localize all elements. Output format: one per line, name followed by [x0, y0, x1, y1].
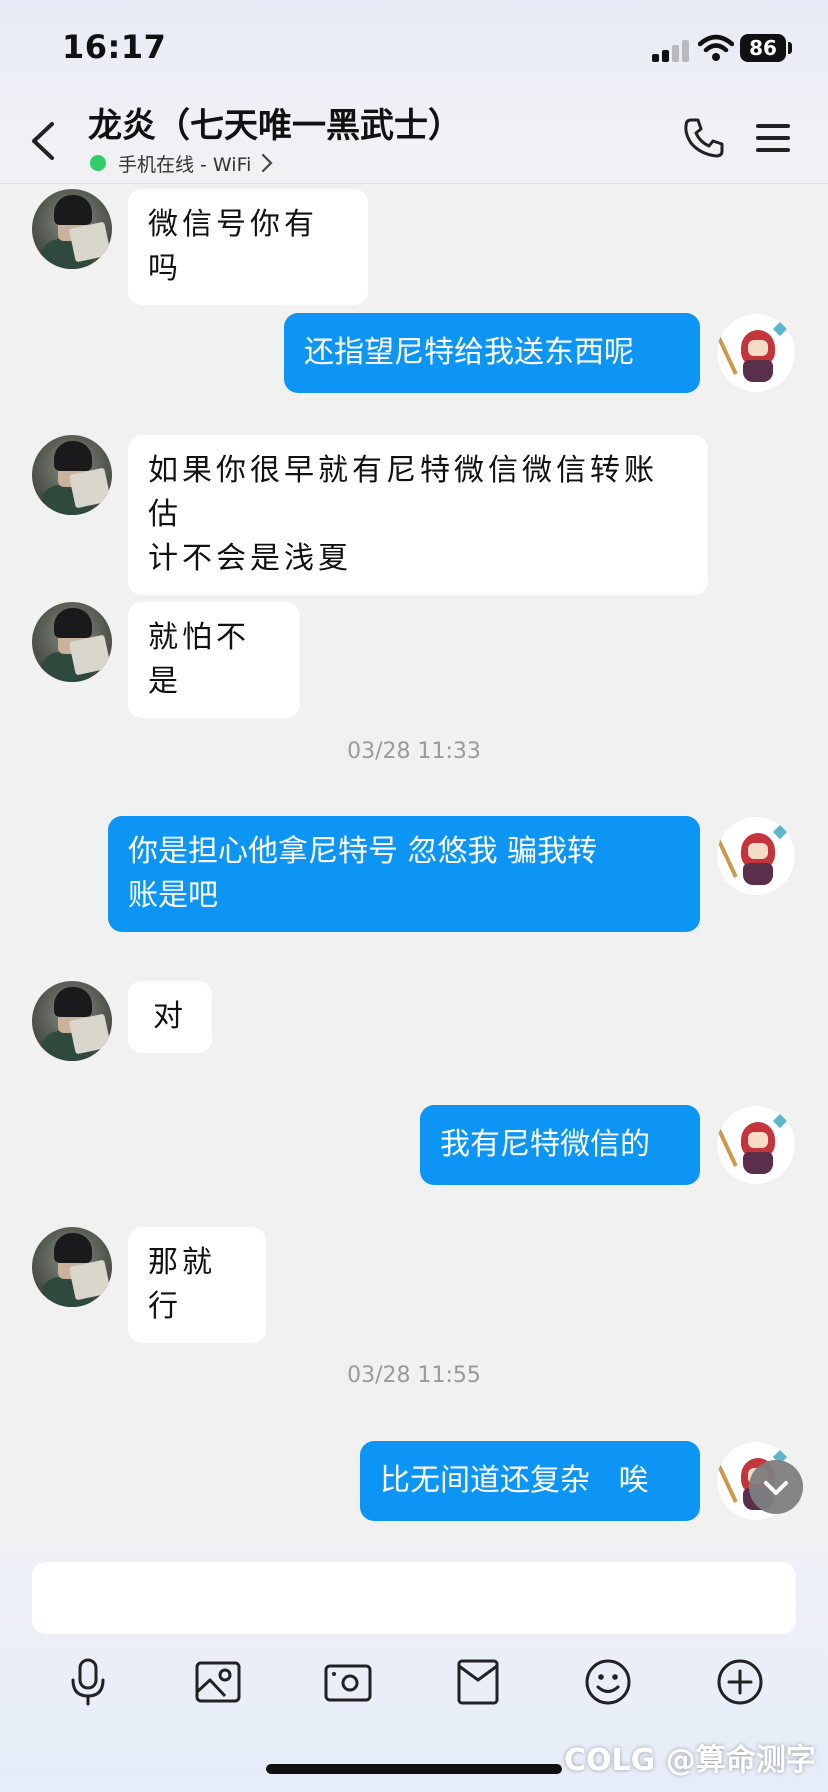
- top-bar: 16:17 86 龙炎（七天唯一黑武士） 手机在线 - WiFi: [0, 0, 828, 184]
- outgoing-bubble[interactable]: 我有尼特微信的: [420, 1105, 700, 1185]
- scroll-down-icon[interactable]: [749, 1460, 803, 1514]
- presence-label: 手机在线 - WiFi: [118, 153, 252, 176]
- timestamp: 03/28 11:55: [347, 1363, 481, 1388]
- status-time: 16:17: [62, 28, 167, 66]
- bubble-line: 如果你很早就有尼特微信微信转账估: [148, 453, 658, 532]
- online-dot-icon: [90, 155, 106, 171]
- incoming-bubble[interactable]: 如果你很早就有尼特微信微信转账估 计不会是浅夏: [128, 435, 708, 595]
- image-icon[interactable]: [192, 1656, 244, 1708]
- peer-avatar[interactable]: [32, 435, 112, 515]
- home-indicator[interactable]: [266, 1764, 562, 1774]
- incoming-bubble[interactable]: 微信号你有吗: [128, 189, 368, 305]
- presence-status[interactable]: 手机在线 - WiFi: [90, 150, 273, 176]
- cellular-signal-icon: [652, 40, 690, 62]
- emoji-icon[interactable]: [582, 1656, 634, 1708]
- back-chevron-icon[interactable]: [24, 118, 64, 164]
- bubble-line: 你是担心他拿尼特号 忽悠我 骗我转: [128, 834, 598, 869]
- chevron-right-icon: [262, 153, 273, 173]
- microphone-icon[interactable]: [62, 1656, 114, 1708]
- peer-avatar[interactable]: [32, 981, 112, 1061]
- plus-icon[interactable]: [714, 1656, 766, 1708]
- timestamp: 03/28 11:33: [347, 739, 481, 764]
- incoming-bubble[interactable]: 对: [128, 981, 212, 1053]
- peer-avatar[interactable]: [32, 602, 112, 682]
- file-icon[interactable]: [452, 1656, 504, 1708]
- bubble-line: 计不会是浅夏: [148, 541, 352, 576]
- message-input[interactable]: [32, 1562, 796, 1634]
- incoming-bubble[interactable]: 那就行: [128, 1227, 266, 1343]
- incoming-bubble[interactable]: 就怕不是: [128, 602, 300, 718]
- my-avatar[interactable]: [716, 313, 796, 393]
- peer-avatar[interactable]: [32, 189, 112, 269]
- camera-icon[interactable]: [322, 1656, 374, 1708]
- outgoing-bubble[interactable]: 比无间道还复杂 唉: [360, 1441, 700, 1521]
- battery-tip: [788, 42, 792, 54]
- phone-call-icon[interactable]: [682, 116, 726, 160]
- outgoing-bubble[interactable]: 还指望尼特给我送东西呢: [284, 313, 700, 393]
- wifi-icon: [698, 34, 734, 61]
- message-list[interactable]: 微信号你有吗 还指望尼特给我送东西呢 如果你很早就有尼特微信微信转账估 计不会是…: [0, 185, 828, 1545]
- my-avatar[interactable]: [716, 816, 796, 896]
- watermark: COLG @算命测字: [564, 1743, 816, 1778]
- battery-indicator: 86: [740, 34, 786, 62]
- my-avatar[interactable]: [716, 1105, 796, 1185]
- peer-avatar[interactable]: [32, 1227, 112, 1307]
- bubble-line: 账是吧: [128, 878, 218, 913]
- outgoing-bubble[interactable]: 你是担心他拿尼特号 忽悠我 骗我转 账是吧: [108, 816, 700, 932]
- chat-title[interactable]: 龙炎（七天唯一黑武士）: [88, 98, 462, 147]
- menu-icon[interactable]: [756, 122, 792, 154]
